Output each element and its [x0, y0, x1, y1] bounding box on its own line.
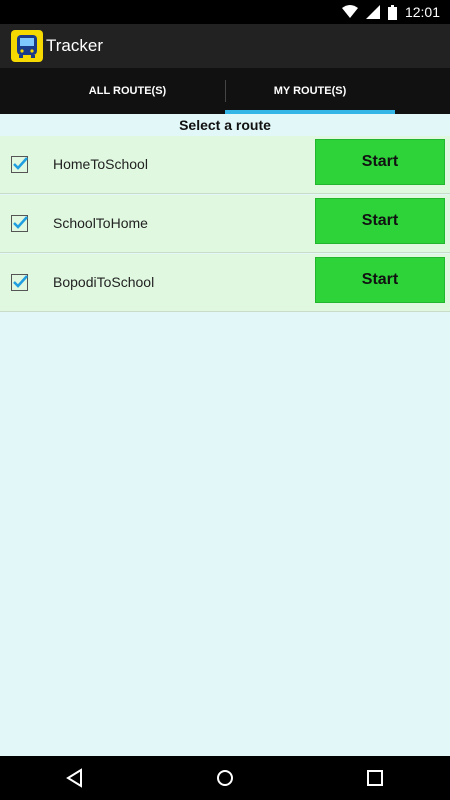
route-name: BopodiToSchool [53, 274, 155, 290]
route-row: BopodiToSchool Start [0, 254, 450, 312]
tab-all-routes[interactable]: ALL ROUTE(S) [0, 68, 225, 114]
tab-label: MY ROUTE(S) [273, 85, 347, 97]
route-checkbox[interactable] [11, 274, 28, 291]
navigation-bar [0, 756, 450, 800]
tab-my-routes[interactable]: MY ROUTE(S) [225, 68, 395, 114]
route-row: SchoolToHome Start [0, 195, 450, 253]
start-button[interactable]: Start [315, 198, 445, 244]
signal-icon [365, 5, 380, 19]
home-icon[interactable] [195, 756, 255, 800]
wifi-icon [341, 5, 358, 19]
tab-label: ALL ROUTE(S) [88, 85, 167, 97]
route-name: HomeToSchool [53, 156, 148, 172]
start-button[interactable]: Start [315, 257, 445, 303]
app-bar: Tracker [0, 24, 450, 68]
tab-bar: ALL ROUTE(S) MY ROUTE(S) [0, 68, 450, 114]
start-button[interactable]: Start [315, 139, 445, 185]
route-row: HomeToSchool Start [0, 136, 450, 194]
route-checkbox[interactable] [11, 156, 28, 173]
status-bar: 12:01 [0, 0, 450, 24]
route-list-panel: Select a route HomeToSchool Start School… [0, 114, 450, 756]
bus-icon[interactable] [11, 30, 43, 62]
status-time: 12:01 [404, 4, 440, 20]
route-name: SchoolToHome [53, 215, 148, 231]
route-list-heading: Select a route [179, 117, 271, 133]
app-title: Tracker [46, 36, 103, 55]
battery-icon [387, 4, 397, 20]
back-icon[interactable] [45, 756, 105, 800]
route-checkbox[interactable] [11, 215, 28, 232]
recents-icon[interactable] [345, 756, 405, 800]
